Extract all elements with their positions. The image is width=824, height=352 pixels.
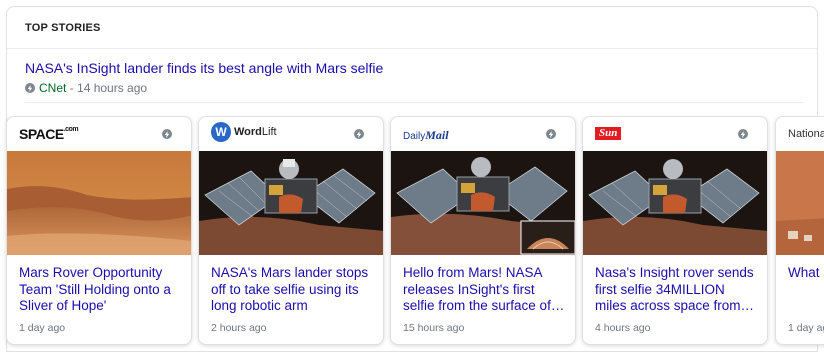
card-header: W Word Lift bbox=[199, 117, 383, 151]
amp-lightning-icon bbox=[25, 83, 35, 93]
space-logo: SPACE.com bbox=[19, 126, 79, 142]
story-carousel[interactable]: SPACE.com Mars Rover Opportunity Team 'S… bbox=[0, 116, 824, 352]
story-card[interactable]: DailyMail Hello from Mars! NASA releases… bbox=[390, 116, 576, 345]
card-thumbnail[interactable] bbox=[199, 151, 383, 255]
card-title-link[interactable]: Hello from Mars! NASA releases InSight's… bbox=[403, 265, 565, 315]
amp-lightning-icon[interactable] bbox=[354, 129, 364, 139]
story-card[interactable]: Nationa What s having 1 day ag bbox=[775, 116, 824, 345]
amp-lightning-icon[interactable] bbox=[162, 129, 172, 139]
amp-lightning-icon[interactable] bbox=[738, 129, 748, 139]
card-title-link[interactable]: What s having bbox=[788, 265, 824, 282]
card-time: 2 hours ago bbox=[211, 322, 267, 334]
dailymail-logo: DailyMail bbox=[403, 128, 449, 142]
card-title-link[interactable]: Mars Rover Opportunity Team 'Still Holdi… bbox=[19, 265, 181, 315]
card-time: 4 hours ago bbox=[595, 322, 651, 334]
story-card[interactable]: W Word Lift NASA's Mars lander stops off… bbox=[198, 116, 384, 345]
amp-lightning-icon[interactable] bbox=[546, 129, 556, 139]
card-header: Sun bbox=[583, 117, 767, 151]
national-logo: Nationa bbox=[788, 128, 824, 140]
top-story-time: 14 hours ago bbox=[77, 81, 148, 95]
card-thumbnail[interactable] bbox=[583, 151, 767, 255]
card-title-link[interactable]: Nasa's Insight rover sends first selfie … bbox=[595, 265, 757, 315]
top-story-meta: CNet - 14 hours ago bbox=[25, 81, 147, 95]
card-time: 15 hours ago bbox=[403, 322, 465, 334]
section-heading: TOP STORIES bbox=[25, 22, 101, 34]
wordlift-logo: W Word Lift bbox=[211, 122, 277, 142]
meta-separator: - bbox=[66, 81, 78, 95]
card-header: SPACE.com bbox=[7, 117, 191, 151]
card-time: 1 day ago bbox=[19, 322, 66, 334]
story-card[interactable]: Sun Nasa's Insight rover sends first sel… bbox=[582, 116, 768, 345]
card-thumbnail[interactable] bbox=[776, 151, 824, 255]
card-time: 1 day ag bbox=[788, 322, 824, 334]
card-thumbnail[interactable] bbox=[391, 151, 575, 255]
panel-header: TOP STORIES bbox=[7, 7, 817, 49]
card-thumbnail[interactable] bbox=[7, 151, 191, 255]
top-story-source: CNet bbox=[39, 81, 67, 95]
top-story-link[interactable]: NASA's InSight lander finds its best ang… bbox=[25, 60, 383, 76]
divider bbox=[25, 102, 803, 103]
sun-logo: Sun bbox=[595, 127, 622, 140]
card-header: DailyMail bbox=[391, 117, 575, 151]
card-title-link[interactable]: NASA's Mars lander stops off to take sel… bbox=[211, 265, 373, 315]
card-header: Nationa bbox=[776, 117, 824, 151]
story-card[interactable]: SPACE.com Mars Rover Opportunity Team 'S… bbox=[6, 116, 192, 345]
